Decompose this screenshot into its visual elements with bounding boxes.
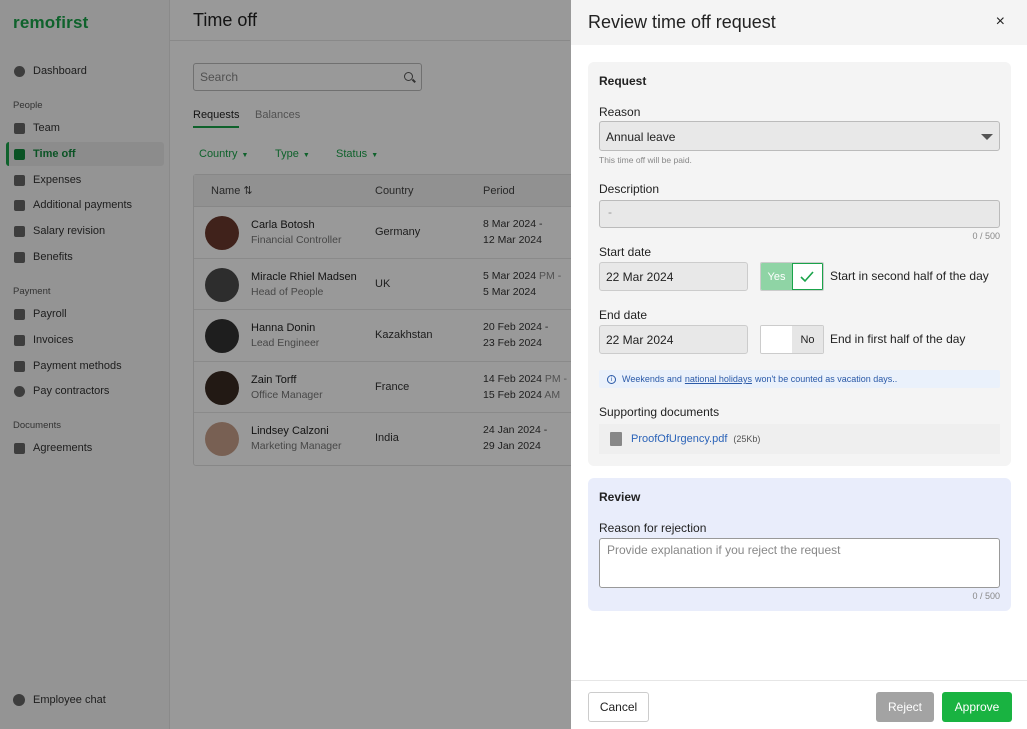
panel-title: Review time off request <box>588 12 776 32</box>
panel-header: Review time off request × <box>571 0 1027 45</box>
document-size: (25Kb) <box>733 434 761 444</box>
check-icon <box>791 263 823 290</box>
panel-footer: Cancel Reject Approve <box>571 680 1027 729</box>
start-half-toggle[interactable]: Yes <box>760 262 824 291</box>
review-panel: Review time off request × Request Reason… <box>571 0 1027 729</box>
description-label: Description <box>599 182 660 196</box>
request-title: Request <box>599 74 647 88</box>
request-card: Request Reason Annual leave This time of… <box>588 62 1011 466</box>
chevron-down-icon <box>981 134 993 140</box>
approve-button[interactable]: Approve <box>942 692 1012 722</box>
review-title: Review <box>599 490 641 504</box>
end-half-label: End in first half of the day <box>830 332 966 346</box>
rejection-reason-input[interactable] <box>599 538 1000 588</box>
end-date-label: End date <box>599 308 648 322</box>
end-half-toggle[interactable]: No <box>760 325 824 354</box>
toggle-empty-segment <box>761 326 792 353</box>
info-suffix: won't be counted as vacation days.. <box>754 374 898 384</box>
info-banner: i Weekends and national holidays won't b… <box>599 370 1000 388</box>
toggle-no-label: No <box>792 326 823 353</box>
description-counter: 0 / 500 <box>972 231 1000 241</box>
info-prefix: Weekends and <box>622 374 682 384</box>
reason-select[interactable]: Annual leave <box>599 121 1000 151</box>
modal-backdrop[interactable] <box>0 0 571 729</box>
start-date-value: 22 Mar 2024 <box>606 270 674 284</box>
end-date-field: 22 Mar 2024 <box>599 325 748 354</box>
national-holidays-link[interactable]: national holidays <box>685 374 752 384</box>
supporting-docs-label: Supporting documents <box>599 405 720 419</box>
rejection-label: Reason for rejection <box>599 521 707 535</box>
reason-value: Annual leave <box>606 130 676 144</box>
end-date-value: 22 Mar 2024 <box>606 333 674 347</box>
document-link[interactable]: ProofOfUrgency.pdf <box>631 433 727 445</box>
reject-button[interactable]: Reject <box>876 692 934 722</box>
close-icon[interactable]: × <box>996 13 1005 31</box>
rejection-counter: 0 / 500 <box>972 591 1000 601</box>
start-date-label: Start date <box>599 245 652 259</box>
cancel-button[interactable]: Cancel <box>588 692 649 722</box>
start-date-field: 22 Mar 2024 <box>599 262 748 291</box>
description-field: - <box>599 200 1000 228</box>
reason-label: Reason <box>599 105 641 119</box>
reason-hint: This time off will be paid. <box>599 155 692 165</box>
toggle-yes-label: Yes <box>761 263 792 290</box>
file-icon <box>610 432 622 446</box>
description-value: - <box>608 205 612 219</box>
review-card: Review Reason for rejection 0 / 500 <box>588 478 1011 611</box>
start-half-label: Start in second half of the day <box>830 269 989 283</box>
document-item: ProofOfUrgency.pdf (25Kb) <box>599 424 1000 454</box>
info-icon: i <box>607 374 616 384</box>
